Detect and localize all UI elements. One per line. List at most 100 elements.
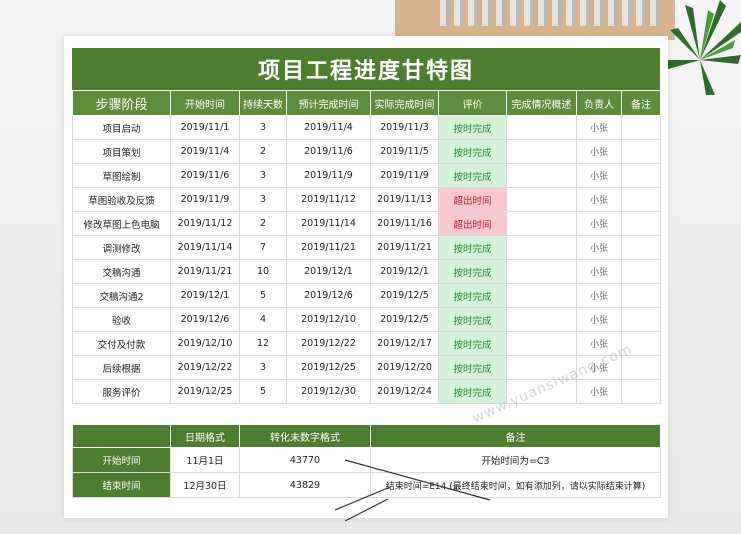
cell-owner[interactable]: 小张 [576,331,622,356]
cell-start[interactable]: 2019/12/25 [170,379,240,404]
cell-days[interactable]: 2 [239,139,287,164]
cell-start[interactable]: 2019/12/10 [170,331,240,356]
cell-days[interactable]: 3 [239,115,287,140]
helper-date-start[interactable]: 11月1日 [170,447,240,473]
cell-actual[interactable]: 2019/11/3 [370,115,439,140]
cell-owner[interactable]: 小张 [576,283,622,308]
cell-note[interactable] [621,259,661,284]
cell-eval[interactable]: 按时完成 [438,139,507,164]
col-header-owner[interactable]: 负责人 [576,90,622,116]
helper-col-header-number[interactable]: 转化未数字格式 [239,424,371,448]
cell-planned[interactable]: 2019/11/12 [286,187,371,212]
cell-eval[interactable]: 超出时间 [438,187,507,212]
cell-eval[interactable]: 按时完成 [438,259,507,284]
cell-eval[interactable]: 按时完成 [438,355,507,380]
cell-note[interactable] [621,235,661,260]
helper-number-end[interactable]: 43829 [239,472,371,498]
cell-owner[interactable]: 小张 [576,259,622,284]
cell-start[interactable]: 2019/11/21 [170,259,240,284]
cell-actual[interactable]: 2019/12/17 [370,331,439,356]
cell-planned[interactable]: 2019/12/1 [286,259,371,284]
helper-label-start[interactable]: 开始时间 [72,447,171,473]
cell-owner[interactable]: 小张 [576,115,622,140]
cell-note[interactable] [621,163,661,188]
cell-eval[interactable]: 按时完成 [438,379,507,404]
cell-summary[interactable] [506,115,577,140]
cell-owner[interactable]: 小张 [576,139,622,164]
cell-summary[interactable] [506,355,577,380]
cell-eval[interactable]: 超出时间 [438,211,507,236]
cell-note[interactable] [621,211,661,236]
cell-actual[interactable]: 2019/11/13 [370,187,439,212]
cell-summary[interactable] [506,211,577,236]
cell-actual[interactable]: 2019/12/5 [370,307,439,332]
cell-start[interactable]: 2019/12/22 [170,355,240,380]
cell-actual[interactable]: 2019/12/20 [370,355,439,380]
cell-owner[interactable]: 小张 [576,307,622,332]
col-header-planned[interactable]: 预计完成时间 [286,90,371,116]
cell-step[interactable]: 草图绘制 [72,163,171,188]
cell-start[interactable]: 2019/11/1 [170,115,240,140]
cell-owner[interactable]: 小张 [576,163,622,188]
cell-eval[interactable]: 按时完成 [438,331,507,356]
helper-label-end[interactable]: 结束时间 [72,472,171,498]
cell-owner[interactable]: 小张 [576,187,622,212]
cell-step[interactable]: 后续根据 [72,355,171,380]
cell-start[interactable]: 2019/11/6 [170,163,240,188]
helper-note-end[interactable]: 结束时间=E14 (最终结束时间，如有添加列，请以实际结束计算) [370,472,661,498]
cell-step[interactable]: 草图验收及反馈 [72,187,171,212]
cell-start[interactable]: 2019/11/14 [170,235,240,260]
cell-summary[interactable] [506,163,577,188]
cell-step[interactable]: 验收 [72,307,171,332]
cell-actual[interactable]: 2019/11/5 [370,139,439,164]
cell-summary[interactable] [506,307,577,332]
cell-owner[interactable]: 小张 [576,379,622,404]
cell-planned[interactable]: 2019/12/10 [286,307,371,332]
cell-days[interactable]: 4 [239,307,287,332]
cell-actual[interactable]: 2019/12/1 [370,259,439,284]
cell-start[interactable]: 2019/11/12 [170,211,240,236]
cell-planned[interactable]: 2019/12/30 [286,379,371,404]
cell-days[interactable]: 3 [239,163,287,188]
col-header-eval[interactable]: 评价 [438,90,507,116]
col-header-actual[interactable]: 实际完成时间 [370,90,439,116]
cell-note[interactable] [621,283,661,308]
helper-col-header-date[interactable]: 日期格式 [170,424,240,448]
cell-note[interactable] [621,187,661,212]
cell-note[interactable] [621,307,661,332]
cell-owner[interactable]: 小张 [576,211,622,236]
cell-summary[interactable] [506,331,577,356]
cell-planned[interactable]: 2019/12/22 [286,331,371,356]
col-header-start[interactable]: 开始时间 [170,90,240,116]
helper-date-end[interactable]: 12月30日 [170,472,240,498]
col-header-step[interactable]: 步骤阶段 [72,90,171,116]
cell-days[interactable]: 7 [239,235,287,260]
cell-days[interactable]: 3 [239,187,287,212]
cell-start[interactable]: 2019/11/4 [170,139,240,164]
cell-eval[interactable]: 按时完成 [438,235,507,260]
cell-step[interactable]: 修改草图上色电脑 [72,211,171,236]
col-header-days[interactable]: 持续天数 [239,90,287,116]
cell-eval[interactable]: 按时完成 [438,283,507,308]
cell-summary[interactable] [506,259,577,284]
cell-owner[interactable]: 小张 [576,355,622,380]
cell-actual[interactable]: 2019/11/16 [370,211,439,236]
cell-step[interactable]: 交稿沟通 [72,259,171,284]
cell-step[interactable]: 项目启动 [72,115,171,140]
cell-actual[interactable]: 2019/11/21 [370,235,439,260]
cell-note[interactable] [621,115,661,140]
cell-step[interactable]: 项目策划 [72,139,171,164]
cell-planned[interactable]: 2019/11/6 [286,139,371,164]
cell-step[interactable]: 交付及付款 [72,331,171,356]
cell-step[interactable]: 交稿沟通2 [72,283,171,308]
cell-note[interactable] [621,139,661,164]
cell-days[interactable]: 5 [239,379,287,404]
col-header-note[interactable]: 备注 [621,90,661,116]
cell-note[interactable] [621,331,661,356]
cell-planned[interactable]: 2019/11/9 [286,163,371,188]
helper-col-header-note[interactable]: 备注 [370,424,661,448]
cell-actual[interactable]: 2019/12/24 [370,379,439,404]
helper-number-start[interactable]: 43770 [239,447,371,473]
cell-days[interactable]: 2 [239,211,287,236]
cell-start[interactable]: 2019/12/1 [170,283,240,308]
